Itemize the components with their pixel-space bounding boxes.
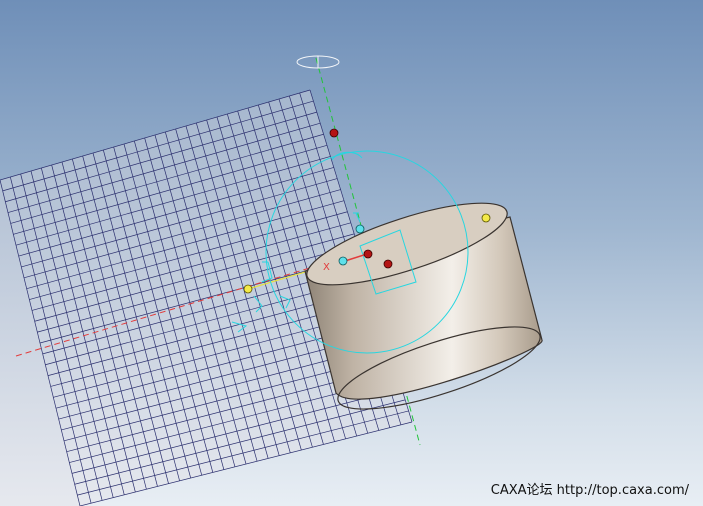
handle-dot-yellow-left[interactable] [243, 284, 253, 294]
rotation-ring-icon[interactable] [296, 55, 340, 69]
x-axis-label: X [323, 262, 330, 273]
watermark-text: CAXA论坛 http://top.caxa.com/ [490, 483, 689, 498]
scene-canvas[interactable]: X [0, 0, 703, 506]
handle-dot-red-center[interactable] [363, 249, 373, 259]
handle-dot-red-right[interactable] [383, 259, 393, 269]
handle-dot-red-top[interactable] [329, 128, 339, 138]
handle-dot-cyan-upper[interactable] [355, 224, 365, 234]
handle-dot-yellow-right[interactable] [481, 213, 491, 223]
3d-viewport[interactable]: X CAXA论坛 http://top.caxa.com/ [0, 0, 703, 506]
handle-dot-cyan-left[interactable] [338, 256, 348, 266]
